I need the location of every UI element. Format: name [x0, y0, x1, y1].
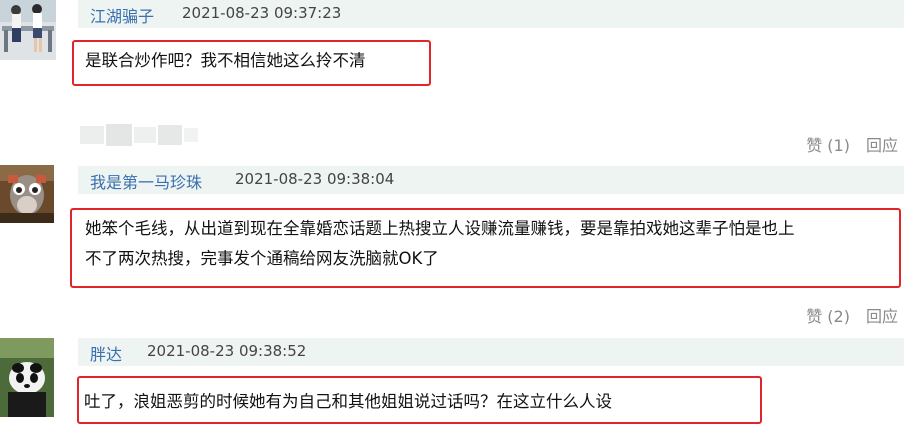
- comment-content: 吐了，浪姐恶剪的时候她有为自己和其他姐姐说过话吗？在这立什么人设: [84, 392, 612, 411]
- avatar[interactable]: [0, 165, 54, 223]
- comment-content: 是联合炒作吧？我不相信她这么拎不清: [85, 51, 366, 70]
- avatar[interactable]: [0, 0, 56, 60]
- comment-actions: 赞 (1) 回应: [806, 132, 898, 156]
- avatar[interactable]: [0, 338, 54, 417]
- comment-actions: 赞 (2) 回应: [806, 303, 898, 327]
- like-button[interactable]: 赞 (1): [806, 136, 850, 155]
- comment-author[interactable]: 胖达: [90, 341, 122, 365]
- reply-button[interactable]: 回应: [866, 136, 898, 155]
- comment-timestamp: 2021-08-23 09:38:04: [235, 170, 395, 188]
- comment-author[interactable]: 我是第一马珍珠: [90, 169, 202, 193]
- comment-author[interactable]: 江湖骗子: [90, 3, 154, 27]
- comment-timestamp: 2021-08-23 09:37:23: [182, 4, 342, 22]
- like-button[interactable]: 赞 (2): [806, 307, 850, 326]
- comment-timestamp: 2021-08-23 09:38:52: [147, 342, 307, 360]
- blurred-username: [80, 118, 200, 154]
- comment-content: 她笨个毛线，从出道到现在全靠婚恋话题上热搜立人设赚流量赚钱，要是靠拍戏她这辈子怕…: [85, 219, 795, 268]
- reply-button[interactable]: 回应: [866, 307, 898, 326]
